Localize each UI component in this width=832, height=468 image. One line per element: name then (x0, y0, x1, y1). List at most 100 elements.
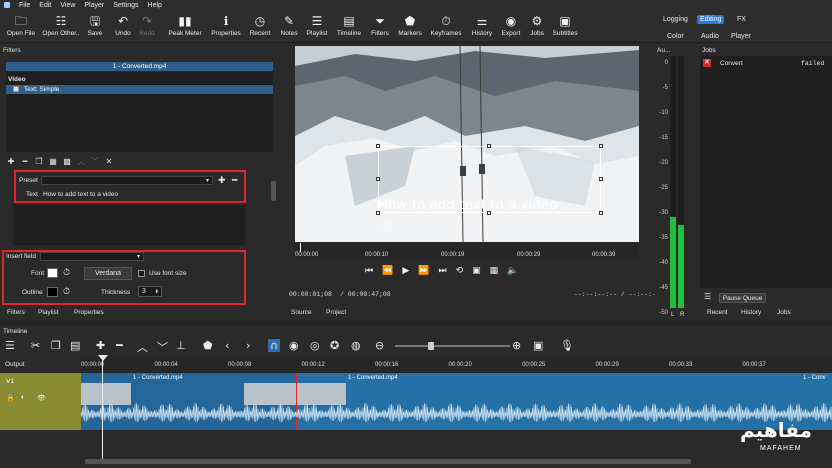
menu-view[interactable]: View (60, 2, 75, 9)
toolbar-timeline-button[interactable]: ▤ Timeline (334, 13, 364, 37)
tab-history[interactable]: History (741, 309, 761, 316)
track-header-v1[interactable]: V1 🔒 ◐ 👁 (0, 373, 81, 430)
zoom-out-icon[interactable]: ⊖ (375, 339, 384, 352)
filter-enabled-checkbox[interactable] (13, 86, 19, 92)
toolbar-subtitles-button[interactable]: ▣ Subtitles (550, 13, 580, 37)
menu-help[interactable]: Help (148, 2, 162, 9)
skip-to-end-icon[interactable]: ⏭ (438, 266, 446, 276)
add-filter-icon[interactable]: ✚ (6, 157, 16, 167)
pause-queue-button[interactable]: Pause Queue (719, 293, 766, 303)
toolbar-notes-button[interactable]: ✎ Notes (274, 13, 304, 37)
tab-project[interactable]: Project (326, 309, 346, 316)
menu-settings[interactable]: Settings (113, 2, 138, 9)
filter-list[interactable] (6, 72, 273, 152)
use-font-size-checkbox[interactable] (138, 270, 145, 277)
zoom-fit-icon[interactable]: ▣ (533, 339, 543, 352)
text-value[interactable]: How to add text to a video (43, 191, 118, 198)
toolbar-save-button[interactable]: 🖫 Save (80, 13, 110, 37)
loop-icon[interactable]: ⟲ (456, 266, 464, 276)
resize-handle[interactable] (376, 177, 380, 181)
menu-icon[interactable]: ☰ (5, 339, 15, 352)
outline-keyframe-stopwatch-icon[interactable]: ⏱ (63, 286, 70, 297)
save-filter-preset-icon[interactable]: ▩ (62, 157, 72, 167)
timeline-scrollbar[interactable] (85, 459, 691, 464)
preset-dropdown[interactable]: ▾ (41, 176, 213, 185)
next-marker-icon[interactable]: › (246, 339, 250, 352)
marker-icon[interactable]: ⬟ (203, 339, 213, 352)
scrub-icon[interactable]: ◉ (289, 339, 299, 352)
toolbar-properties-button[interactable]: ℹ Properties (211, 13, 241, 37)
add-preset-icon[interactable]: ✚ (218, 175, 226, 186)
layout-audio[interactable]: Audio (701, 33, 719, 40)
copy-icon[interactable]: ❐ (51, 339, 61, 352)
toolbar-playlist-button[interactable]: ☰ Playlist (302, 13, 332, 37)
player-ruler[interactable]: 00:00:00 00:00:10 00:00:19 00:00:29 00:0… (295, 243, 639, 261)
font-keyframe-stopwatch-icon[interactable]: ⏱ (63, 267, 70, 278)
append-icon[interactable]: ✚ (96, 339, 105, 352)
font-button[interactable]: Verdana (84, 267, 132, 280)
toolbar-recent-button[interactable]: ◷ Recent (245, 13, 275, 37)
skip-to-start-icon[interactable]: ⏮ (365, 266, 373, 276)
thickness-spinbox[interactable]: 3 ⬍ (138, 286, 162, 297)
ripple-all-icon[interactable]: ✪ (330, 339, 339, 352)
layout-color[interactable]: Color (667, 33, 684, 40)
zoom-in-icon[interactable]: ⊕ (512, 339, 521, 352)
menu-edit[interactable]: Edit (39, 2, 51, 9)
clip-track[interactable]: 1 - Converted.mp4 1 - Converted.mp4 1 - … (80, 373, 832, 430)
layout-fx[interactable]: FX (737, 16, 746, 23)
copy-filter-icon[interactable]: ❐ (34, 157, 44, 167)
snap-icon[interactable]: ∩ (268, 339, 281, 352)
record-audio-icon[interactable]: 🎙 (560, 339, 574, 352)
outline-color-swatch[interactable] (47, 287, 58, 297)
layout-editing[interactable]: Editing (697, 15, 725, 24)
text-edit-area[interactable] (13, 205, 245, 245)
filters-scrollbar[interactable] (271, 181, 276, 201)
timeline-ruler[interactable]: 00:00:00 00:00:04 00:00:08 00:00:12 00:00:16… (81, 357, 832, 373)
jobs-menu-icon[interactable]: ☰ (704, 292, 711, 301)
toolbar-peak-meter-button[interactable]: ▮▮ Peak Meter (168, 13, 201, 37)
mute-icon[interactable]: ◐ (21, 394, 25, 401)
toolbar-open-other-button[interactable]: ☷ Open Other.. (42, 13, 79, 37)
move-up-icon[interactable]: ︿ (76, 157, 86, 167)
jobs-list[interactable] (700, 56, 832, 288)
move-down-icon[interactable]: ﹀ (90, 157, 100, 167)
resize-handle[interactable] (599, 144, 603, 148)
remove-preset-icon[interactable]: ━ (232, 175, 237, 186)
resize-handle[interactable] (599, 177, 603, 181)
ripple-markers-icon[interactable]: ◍ (351, 339, 361, 352)
insert-field-dropdown[interactable]: ▾ (40, 252, 144, 261)
toolbar-filters-button[interactable]: ⏷ Filters (365, 13, 395, 37)
tab-recent[interactable]: Recent (707, 309, 728, 316)
timeline-playhead[interactable] (102, 357, 103, 459)
player-playhead[interactable] (300, 243, 301, 252)
tab-properties[interactable]: Properties (74, 309, 104, 316)
paste-filter-icon[interactable]: ▦ (48, 157, 58, 167)
tab-source[interactable]: Source (291, 309, 312, 316)
zoom-slider-handle[interactable] (428, 342, 434, 350)
tab-filters[interactable]: Filters (7, 309, 25, 316)
cut-icon[interactable]: ✂ (31, 339, 40, 352)
grid-icon[interactable]: ▦ (490, 266, 499, 276)
eye-icon[interactable]: 👁 (37, 394, 46, 402)
font-color-swatch[interactable] (47, 268, 58, 278)
toolbar-markers-button[interactable]: ⬟ Markers (395, 13, 425, 37)
tab-playlist[interactable]: Playlist (38, 309, 59, 316)
deselect-filter-icon[interactable]: ✕ (104, 157, 114, 167)
layout-player[interactable]: Player (731, 33, 751, 40)
layout-logging[interactable]: Logging (663, 16, 688, 23)
job-name[interactable]: Convert (720, 60, 743, 67)
toolbar-keyframes-button[interactable]: ⏱ Keyframes (430, 13, 461, 37)
menu-player[interactable]: Player (84, 2, 104, 9)
resize-handle[interactable] (376, 144, 380, 148)
ripple-icon[interactable]: ◎ (310, 339, 320, 352)
current-timecode[interactable]: 00:00:01;08 (289, 291, 332, 298)
toolbar-jobs-button[interactable]: ⚙ Jobs (522, 13, 552, 37)
toolbar-history-button[interactable]: ⚌ History (467, 13, 497, 37)
remove-icon[interactable]: ━ (116, 339, 123, 352)
playhead-marker-icon[interactable] (98, 355, 108, 361)
toolbar-redo-button[interactable]: ↷ Redo (132, 13, 162, 37)
remove-filter-icon[interactable]: ━ (20, 157, 30, 167)
volume-icon[interactable]: 🔈 (507, 266, 518, 276)
resize-handle[interactable] (599, 211, 603, 215)
fast-forward-icon[interactable]: ⏩ (418, 266, 429, 276)
